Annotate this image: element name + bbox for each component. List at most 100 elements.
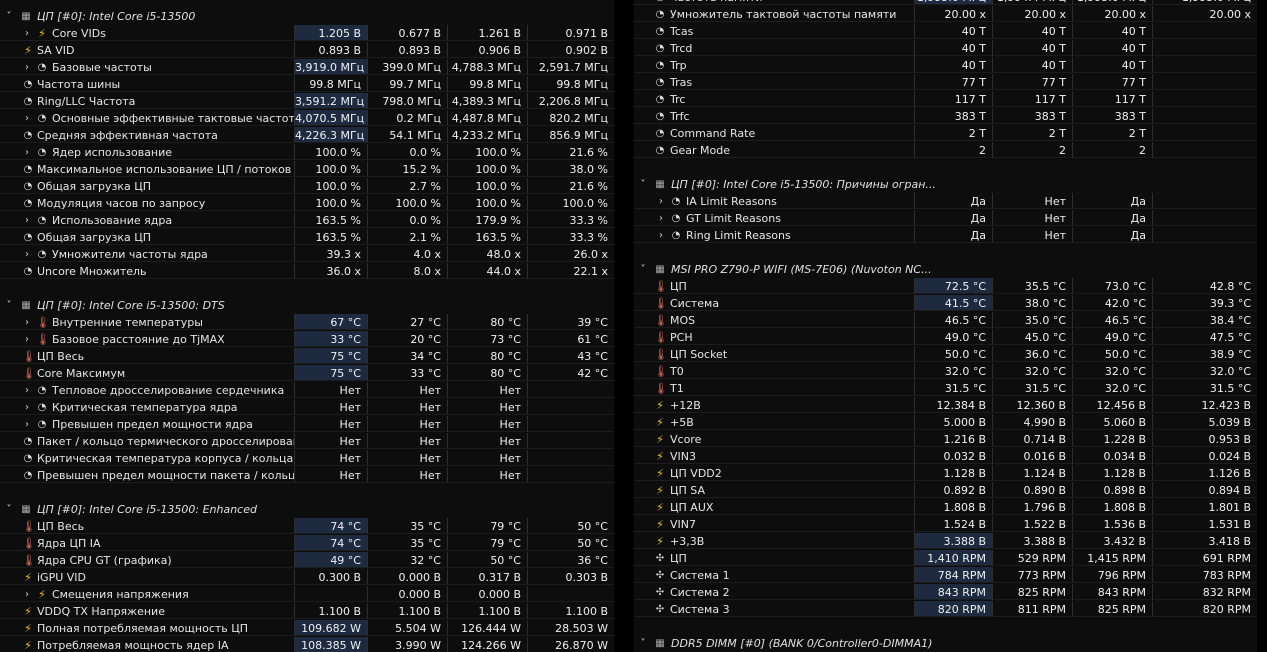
sensor-row[interactable]: › ◔ Базовые частоты 3,919.0 МГц 399.0 МГц 4,7… [0, 59, 614, 76]
sensor-row[interactable]: 🌡 T1 31.5 °C 31.5 °C 32.0 °C 31.5 °C [634, 380, 1257, 397]
expand-icon[interactable]: › [22, 246, 32, 261]
sensor-row[interactable]: ◔ Общая загрузка ЦП 100.0 % 2.7 % 100.0 % 21.… [0, 178, 614, 195]
expand-icon[interactable]: › [22, 399, 32, 414]
sensor-row[interactable]: ⚡ iGPU VID 0.300 В 0.000 В 0.317 В 0.303 В [0, 569, 614, 586]
sensor-row[interactable]: ⚡ ЦП VDD2 1.128 В 1.124 В 1.128 В 1.126 В [634, 465, 1257, 482]
expand-icon[interactable]: › [656, 227, 666, 242]
sensor-row[interactable]: ⚡ VIN7 1.524 В 1.522 В 1.536 В 1.531 В [634, 516, 1257, 533]
sensor-row[interactable]: 🌡 Core Максимум 75 °C 33 °C 80 °C 42 °C [0, 365, 614, 382]
sensor-row[interactable]: › ◔ Ring Limit Reasons Да Нет Да [634, 227, 1257, 244]
sensor-row[interactable]: › ◔ Ядер использование 100.0 % 0.0 % 100.0 % 2… [0, 144, 614, 161]
collapse-icon[interactable]: ˅ [4, 501, 14, 518]
sensor-row[interactable]: ◔ Критическая температура корпуса / кольц… [0, 450, 614, 467]
sensor-row[interactable]: ✣ Система 1 784 RPM 773 RPM 796 RPM 783 RPM [634, 567, 1257, 584]
sensor-row[interactable]: 🌡 ЦП Весь 75 °C 34 °C 80 °C 43 °C [0, 348, 614, 365]
sensor-group-header[interactable]: ˅ ▦ DDR5 DIMM [#0] (BANK 0/Controller0-DIM… [634, 635, 1257, 652]
sensor-row[interactable]: 🌡 Ядра ЦП IA 74 °C 35 °C 79 °C 50 °C [0, 535, 614, 552]
expand-icon[interactable]: › [22, 416, 32, 431]
sensor-row[interactable]: ◔ Ring/LLC Частота 3,591.2 МГц 798.0 МГц 4,3… [0, 93, 614, 110]
sensor-name-cell: ⚡ +5В [634, 414, 914, 430]
sensor-row[interactable]: ✣ Система 3 820 RPM 811 RPM 825 RPM 820 RPM [634, 601, 1257, 618]
sensor-row[interactable]: ◔ Command Rate 2 T2 T2 T [634, 125, 1257, 142]
expand-icon[interactable]: › [22, 314, 32, 329]
sensor-row[interactable]: › ⚡ Core VIDs 1.205 В 0.677 В 1.261 В 0.971 В [0, 25, 614, 42]
sensor-row[interactable]: › ◔ Умножители частоты ядра 39.3 x 4.0 x 48.0… [0, 246, 614, 263]
sensor-row[interactable]: › ◔ Основные эффективные тактовые частоты 4… [0, 110, 614, 127]
sensor-row[interactable]: ◔ Средняя эффективная частота 4,226.3 МГц 5… [0, 127, 614, 144]
sensor-row[interactable]: › 🌡 Внутренние температуры 67 °C 27 °C 80 °C 3… [0, 314, 614, 331]
sensor-row[interactable]: ◔ Trp 40 T 40 T 40 T [634, 57, 1257, 74]
sensor-row[interactable]: ◔ Trc 117 T 117 T 117 T [634, 91, 1257, 108]
collapse-icon[interactable]: ˅ [4, 8, 14, 25]
sensor-row[interactable]: ◔ Частота шины 99.8 МГц 99.7 МГц 99.8 МГц 99.… [0, 76, 614, 93]
sensor-row[interactable]: 🌡 ЦП 72.5 °C 35.5 °C 73.0 °C 42.8 °C [634, 278, 1257, 295]
sensor-row[interactable]: › ◔ Тепловое дросселирование сердечника Нет… [0, 382, 614, 399]
expand-icon[interactable]: › [22, 25, 32, 40]
sensor-row[interactable]: 🌡 MOS 46.5 °C 35.0 °C 46.5 °C 38.4 °C [634, 312, 1257, 329]
sensor-row[interactable]: 🌡 Ядра CPU GT (графика) 49 °C 32 °C 50 °C 36 … [0, 552, 614, 569]
sensor-row[interactable]: 🌡 ЦП Весь 74 °C 35 °C 79 °C 50 °C [0, 518, 614, 535]
sensor-row[interactable]: ✣ ЦП 1,410 RPM 529 RPM 1,415 RPM 691 RPM [634, 550, 1257, 567]
sensor-row[interactable]: ◔ Максимальное использование ЦП / потоков… [0, 161, 614, 178]
sensor-label: T0 [670, 365, 684, 378]
sensor-row[interactable]: ⚡ +5В 5.000 В 4.990 В 5.060 В 5.039 В [634, 414, 1257, 431]
sensor-row[interactable]: › ⚡ Смещения напряжения 0.000 В 0.000 В [0, 586, 614, 603]
sensor-row[interactable]: ⚡ ЦП AUX 1.808 В 1.796 В 1.808 В 1.801 В [634, 499, 1257, 516]
sensor-label: Система [670, 297, 720, 310]
collapse-icon[interactable]: ˅ [638, 176, 648, 193]
sensor-row[interactable]: ⚡ VIN3 0.032 В 0.016 В 0.034 В 0.024 В [634, 448, 1257, 465]
expand-icon[interactable]: › [656, 193, 666, 208]
sensor-row[interactable]: › ◔ IA Limit Reasons Да Нет Да [634, 193, 1257, 210]
sensor-row[interactable]: ◔ Умножитель тактовой частоты памяти 20.00… [634, 6, 1257, 23]
sensor-row[interactable]: 🌡 ЦП Socket 50.0 °C 36.0 °C 50.0 °C 38.9 °C [634, 346, 1257, 363]
current-value: 100.0 % [294, 195, 367, 211]
sensor-row[interactable]: ◔ Uncore Множитель 36.0 x 8.0 x 44.0 x 22.1 x [0, 263, 614, 280]
sensor-row[interactable]: › 🌡 Базовое расстояние до TjMAX 33 °C 20 °C 7… [0, 331, 614, 348]
sensor-row[interactable]: ⚡ ЦП SA 0.892 В 0.890 В 0.898 В 0.894 В [634, 482, 1257, 499]
sensor-row[interactable]: › ◔ Использование ядра 163.5 % 0.0 % 179.9 % 3… [0, 212, 614, 229]
sensor-row[interactable]: ◔ Tras 77 T 77 T 77 T [634, 74, 1257, 91]
sensor-row[interactable]: ◔ Пакет / кольцо термического дросселиров… [0, 433, 614, 450]
sensor-row[interactable]: ◔ Модуляция часов по запросу 100.0 % 100.0 … [0, 195, 614, 212]
sensor-group-header[interactable]: ˅ ▦ ЦП [#0]: Intel Core i5-13500: Enhanced [0, 501, 614, 518]
sensor-row[interactable]: ⚡ Полная потребляемая мощность ЦП 109.682 … [0, 620, 614, 637]
sensor-row[interactable]: › ◔ Превышен предел мощности ядра Нет Нет Нет [0, 416, 614, 433]
expand-icon[interactable]: › [22, 586, 32, 601]
expand-icon[interactable]: › [656, 210, 666, 225]
sensor-row[interactable]: 🌡 PCH 49.0 °C 45.0 °C 49.0 °C 47.5 °C [634, 329, 1257, 346]
collapse-icon[interactable]: ˅ [4, 297, 14, 314]
sensor-row[interactable]: ⚡ SA VID 0.893 В 0.893 В 0.906 В 0.902 В [0, 42, 614, 59]
sensor-row[interactable]: 🌡 Система 41.5 °C 38.0 °C 42.0 °C 39.3 °C [634, 295, 1257, 312]
sensor-group-header[interactable]: ˅ ▦ MSI PRO Z790-P WIFI (MS-7E06) (Nuvoton… [634, 261, 1257, 278]
expand-icon[interactable]: › [22, 110, 32, 125]
average-value [1152, 227, 1257, 243]
sensor-row[interactable]: ◔ Trcd 40 T 40 T 40 T [634, 40, 1257, 57]
sensor-row[interactable]: › ◔ Критическая температура ядра Нет Нет Нет [0, 399, 614, 416]
maximum-value: 20.00 x [1072, 6, 1152, 22]
minimum-value: 0.000 В [367, 569, 447, 585]
expand-icon[interactable]: › [22, 331, 32, 346]
sensor-row[interactable]: ⚡ Vcore 1.216 В 0.714 В 1.228 В 0.953 В [634, 431, 1257, 448]
sensor-row[interactable]: ◔ Trfc 383 T 383 T 383 T [634, 108, 1257, 125]
sensor-row[interactable]: ⚡ +3,3В 3.388 В 3.388 В 3.432 В 3.418 В [634, 533, 1257, 550]
sensor-row[interactable]: ⚡ Потребляемая мощность ядер IA 108.385 W3… [0, 637, 614, 652]
sensor-row[interactable]: ◔ Gear Mode 2 2 2 [634, 142, 1257, 159]
expand-icon[interactable]: › [22, 144, 32, 159]
sensor-row[interactable]: › ◔ GT Limit Reasons Да Нет Да [634, 210, 1257, 227]
expand-icon[interactable]: › [22, 212, 32, 227]
sensor-row[interactable]: ⚡ VDDQ TX Напряжение 1.100 В 1.100 В 1.100 В… [0, 603, 614, 620]
expand-icon[interactable]: › [22, 382, 32, 397]
expand-icon[interactable]: › [22, 59, 32, 74]
collapse-icon[interactable]: ˅ [638, 635, 648, 652]
sensor-row[interactable]: 🌡 T0 32.0 °C 32.0 °C 32.0 °C 32.0 °C [634, 363, 1257, 380]
sensor-row[interactable]: ◔ Общая загрузка ЦП 163.5 % 2.1 % 163.5 % 33.… [0, 229, 614, 246]
sensor-group-header[interactable]: ˅ ▦ ЦП [#0]: Intel Core i5-13500 [0, 8, 614, 25]
sensor-group-header[interactable]: ˅ ▦ ЦП [#0]: Intel Core i5-13500: DTS [0, 297, 614, 314]
sensor-row[interactable]: ✣ Система 2 843 RPM 825 RPM 843 RPM 832 RPM [634, 584, 1257, 601]
collapse-icon[interactable]: ˅ [638, 261, 648, 278]
sensor-row[interactable]: ⚡ +12В 12.384 В 12.360 В 12.456 В 12.423 В [634, 397, 1257, 414]
sensor-row[interactable]: ◔ Tcas 40 T 40 T 40 T [634, 23, 1257, 40]
sensor-row[interactable]: ◔ Превышен предел мощности пакета / кольц… [0, 467, 614, 484]
scrollbar[interactable] [1257, 0, 1267, 652]
sensor-group-header[interactable]: ˅ ▦ ЦП [#0]: Intel Core i5-13500: Причины … [634, 176, 1257, 193]
